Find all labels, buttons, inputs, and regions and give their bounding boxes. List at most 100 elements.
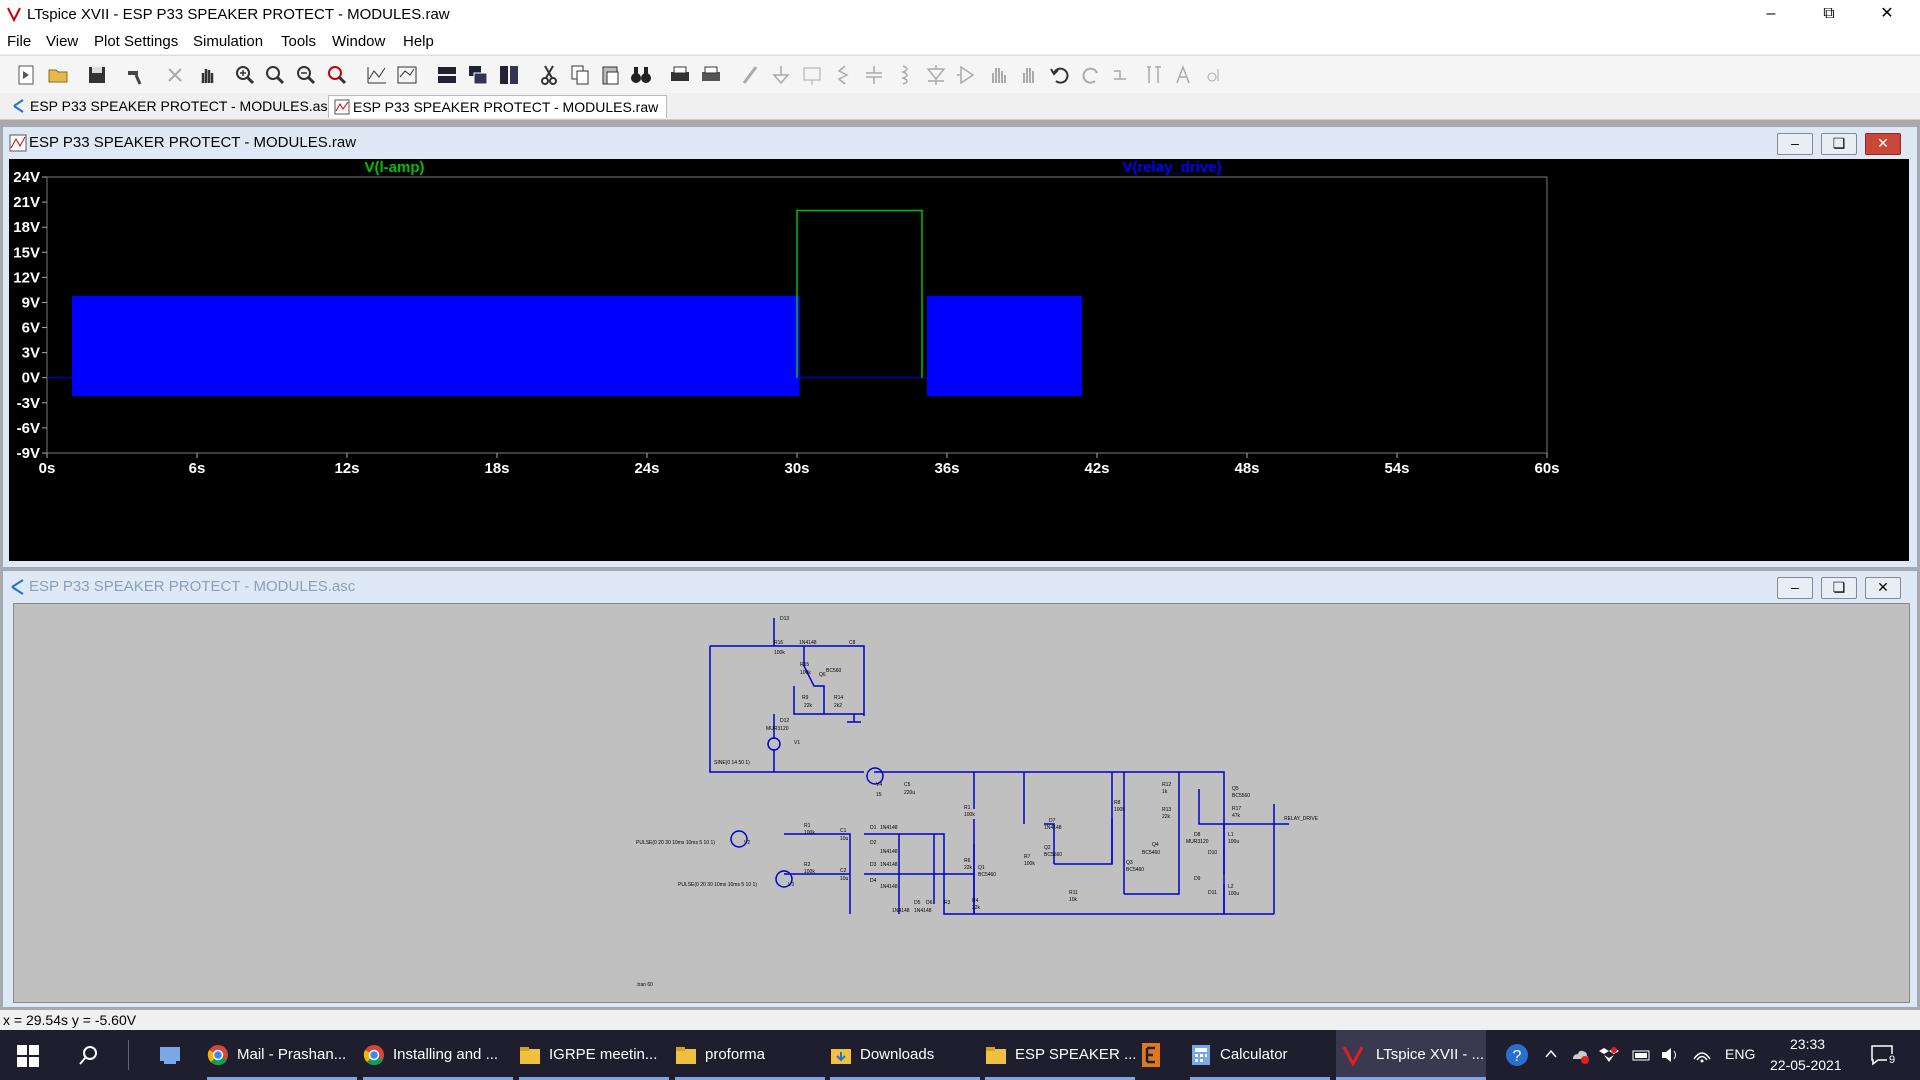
ground-icon[interactable] [769, 63, 793, 87]
taskbar-item-downloads[interactable]: Downloads [830, 1030, 980, 1080]
tile-vertical-icon[interactable] [497, 63, 521, 87]
restore-button[interactable]: ⧉ [1800, 0, 1858, 30]
tab-waveform[interactable]: ESP P33 SPEAKER PROTECT - MODULES.raw [328, 95, 668, 118]
taskbar-item-ltspice[interactable]: LTspice XVII - ... [1336, 1030, 1486, 1080]
chevron-up-icon[interactable] [1544, 1047, 1558, 1061]
component-icon[interactable] [955, 63, 979, 87]
y-tick-label: 24V [13, 169, 40, 186]
taskbar-item-esp-speaker[interactable]: ESP SPEAKER ... [985, 1030, 1136, 1080]
drag-hand-icon[interactable] [1017, 63, 1041, 87]
schematic-minimize-button[interactable]: – [1777, 577, 1813, 599]
copy-icon[interactable] [568, 63, 592, 87]
menu-simulation[interactable]: Simulation [193, 33, 263, 50]
zoom-out-icon[interactable] [294, 63, 318, 87]
toolbar [0, 55, 1920, 95]
label-net-icon[interactable] [800, 63, 824, 87]
pan-hand-icon[interactable] [195, 63, 219, 87]
mirror-icon[interactable] [1141, 63, 1165, 87]
schematic-canvas[interactable]: D13 R16 1N4148 C8 100k R15 100k Q6 BC560… [13, 603, 1910, 1003]
taskbar-item-proforma[interactable]: proforma [675, 1030, 825, 1080]
spice-directive-icon[interactable] [1203, 63, 1227, 87]
minimize-button[interactable]: – [1742, 0, 1800, 30]
cut-scissors-icon[interactable] [537, 63, 561, 87]
plot-pane[interactable]: 24V 21V 18V 15V 12V 9V 6V 3V 0V -3V -6V -9V 0s 6s 12s 1… [9, 159, 1909, 561]
new-schematic-icon[interactable] [14, 63, 38, 87]
search-icon[interactable] [78, 1044, 100, 1066]
undo-icon[interactable] [1048, 63, 1072, 87]
wifi-icon[interactable] [1692, 1045, 1712, 1065]
paste-icon[interactable] [598, 63, 622, 87]
save-icon[interactable] [85, 63, 109, 87]
zoom-area-icon[interactable] [263, 63, 287, 87]
schematic-window-icon [11, 579, 24, 595]
autorange-icon[interactable] [365, 63, 389, 87]
svg-text:PULSE(0 20 30 10ms 10ms 5 10 1: PULSE(0 20 30 10ms 10ms 5 10 1) [636, 840, 715, 846]
draw-wire-pencil-icon[interactable] [738, 63, 762, 87]
capacitor-icon[interactable] [862, 63, 886, 87]
clock-time[interactable]: 23:33 [1790, 1036, 1825, 1052]
menu-help[interactable]: Help [403, 33, 434, 50]
inductor-icon[interactable] [893, 63, 917, 87]
taskbar-item-calculator[interactable]: Calculator [1190, 1030, 1330, 1080]
y-tick-label: 21V [13, 194, 40, 211]
open-folder-icon[interactable] [46, 63, 70, 87]
redo-icon[interactable] [1079, 63, 1103, 87]
svg-text:220u: 220u [904, 790, 915, 796]
plot-pane-icon[interactable] [395, 63, 419, 87]
e-app-icon[interactable] [1140, 1042, 1162, 1068]
input-language[interactable]: ENG [1725, 1046, 1755, 1062]
onedrive-sync-icon[interactable] [1570, 1045, 1590, 1065]
y-tick-label: 9V [22, 294, 40, 311]
svg-text:BC5560: BC5560 [1232, 793, 1250, 799]
taskbar-item-installing[interactable]: Installing and ... [363, 1030, 513, 1080]
svg-text:Q4: Q4 [1152, 842, 1159, 848]
schematic-drawing[interactable]: D13 R16 1N4148 C8 100k R15 100k Q6 BC560… [14, 604, 1909, 1002]
zoom-fit-icon[interactable] [325, 63, 349, 87]
text-icon[interactable] [1172, 63, 1196, 87]
menu-view[interactable]: View [46, 33, 78, 50]
svg-text:R9: R9 [802, 695, 809, 701]
dropbox-icon[interactable] [1599, 1045, 1619, 1065]
rotate-icon[interactable] [1110, 63, 1134, 87]
svg-text:L2: L2 [1228, 884, 1234, 890]
find-binoculars-icon[interactable] [629, 63, 653, 87]
y-tick-label: 3V [22, 345, 40, 362]
taskbar-item-mail[interactable]: Mail - Prashan... [207, 1030, 357, 1080]
cascade-windows-icon[interactable] [466, 63, 490, 87]
menu-window[interactable]: Window [332, 33, 385, 50]
plot-minimize-button[interactable]: – [1777, 133, 1813, 155]
schematic-close-button[interactable]: ✕ [1865, 577, 1901, 599]
svg-text:BC5460: BC5460 [1126, 867, 1144, 873]
print-icon[interactable] [668, 63, 692, 87]
close-button[interactable]: ✕ [1858, 0, 1916, 30]
menu-plot-settings[interactable]: Plot Settings [94, 33, 178, 50]
diode-icon[interactable] [924, 63, 948, 87]
task-view-icon[interactable] [158, 1044, 182, 1066]
svg-text:BC5460: BC5460 [1142, 850, 1160, 856]
tile-horizontal-icon[interactable] [435, 63, 459, 87]
clock-date[interactable]: 22-05-2021 [1770, 1057, 1842, 1073]
svg-text:1N4148: 1N4148 [880, 862, 898, 868]
menu-tools[interactable]: Tools [281, 33, 316, 50]
zoom-in-icon[interactable] [233, 63, 257, 87]
halt-run-icon[interactable] [163, 63, 187, 87]
waveform-chart[interactable]: 24V 21V 18V 15V 12V 9V 6V 3V 0V -3V -6V -9V0s 6s 12s 1… [9, 159, 1909, 561]
volume-icon[interactable] [1660, 1045, 1680, 1065]
relay-drive-band [72, 295, 800, 397]
control-panel-hammer-icon[interactable] [124, 63, 148, 87]
menu-file[interactable]: File [7, 33, 31, 50]
move-hand-icon[interactable] [986, 63, 1010, 87]
svg-text:100k: 100k [774, 650, 785, 656]
tab-schematic[interactable]: ESP P33 SPEAKER PROTECT - MODULES.asc [6, 95, 342, 117]
schematic-maximize-button[interactable]: ❏ [1821, 577, 1857, 599]
svg-text:V3: V3 [788, 882, 794, 888]
x-tick-label: 6s [189, 460, 206, 477]
plot-maximize-button[interactable]: ❏ [1821, 133, 1857, 155]
taskbar-item-igrpe[interactable]: IGRPE meetin... [519, 1030, 669, 1080]
print-preview-icon[interactable] [699, 63, 723, 87]
plot-close-button[interactable]: ✕ [1865, 133, 1901, 155]
windows-start-icon[interactable] [17, 1045, 39, 1067]
resistor-icon[interactable] [831, 63, 855, 87]
help-icon[interactable]: ? [1505, 1043, 1529, 1067]
battery-icon[interactable] [1632, 1045, 1652, 1065]
